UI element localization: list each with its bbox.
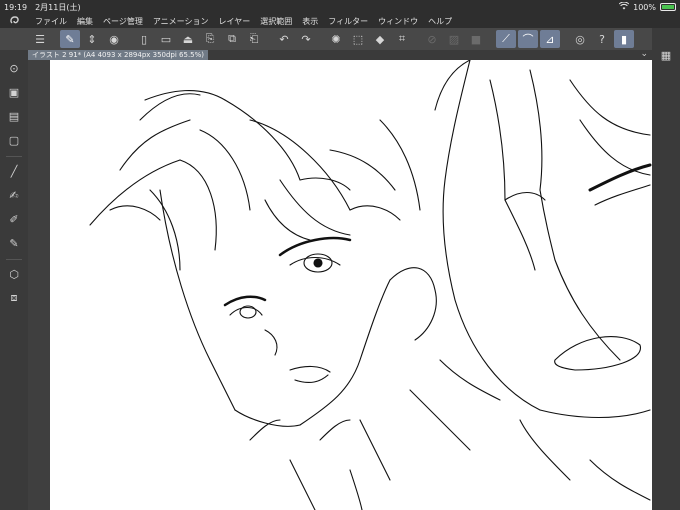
menu-item[interactable]: 編集: [72, 16, 98, 27]
fill-icon[interactable]: ◆: [370, 30, 390, 48]
menu-item[interactable]: フィルター: [323, 16, 373, 27]
save-icon[interactable]: ⏏: [178, 30, 198, 48]
new-file-icon[interactable]: ▯: [134, 30, 154, 48]
gradient-tool-icon[interactable]: ⬡: [4, 264, 24, 284]
right-panel: ▦: [652, 28, 680, 510]
canvas-tab-row: イラスト 2 91* (A4 4093 x 2894px 350dpi 65.5…: [28, 49, 652, 60]
ruler-off-icon[interactable]: ⊘: [422, 30, 442, 48]
record-icon[interactable]: ◉: [104, 30, 124, 48]
canvas-area[interactable]: [28, 60, 652, 510]
rectangle-tool-icon[interactable]: ▢: [4, 130, 24, 150]
paste-icon[interactable]: ⎗: [244, 30, 264, 48]
app-window: 19:19 2月11日(土) 100% ファイル 編集 ページ管理 アニメーション レイ…: [0, 0, 680, 510]
smartphone-icon[interactable]: ▮: [614, 30, 634, 48]
command-bar: ☰ ✎ ⇕ ◉ ▯ ▭ ⏏ ⎘ ⧉ ⎗ ↶ ↷ ✺ ⬚ ◆ ⌗ ⊘ ▨ ■ ⟋ ⌒ ⊿ ◎? ▮: [0, 28, 680, 50]
undo-icon[interactable]: ↶: [274, 30, 294, 48]
help-icon[interactable]: ?: [592, 30, 612, 48]
menu-item[interactable]: 選択範囲: [255, 16, 297, 27]
clear-selection-icon[interactable]: ⬚: [348, 30, 368, 48]
snap-icon[interactable]: ■: [466, 30, 486, 48]
tool-palette: ⛉⊙▣▤▢╱✍✐✎⬡⧈: [0, 28, 28, 510]
brush-tool-icon[interactable]: ✍: [4, 185, 24, 205]
export-icon[interactable]: ⎘: [200, 30, 220, 48]
tool-separator: [6, 259, 22, 260]
menu-item[interactable]: レイヤー: [214, 16, 256, 27]
menu-item[interactable]: ウィンドウ: [373, 16, 423, 27]
canvas-tab[interactable]: イラスト 2 91* (A4 4093 x 2894px 350dpi 65.5…: [28, 50, 209, 60]
eraser-tool-icon[interactable]: ✐: [4, 209, 24, 229]
copy-icon[interactable]: ⧉: [222, 30, 242, 48]
battery-charging-icon: [660, 3, 676, 11]
status-bar: 19:19 2月11日(土) 100%: [0, 0, 680, 14]
menu-item[interactable]: ヘルプ: [423, 16, 457, 27]
zoom-tool-icon[interactable]: ⊙: [4, 58, 24, 78]
battery-percent: 100%: [633, 2, 656, 12]
status-right: 100%: [618, 1, 676, 12]
loading-icon[interactable]: ✺: [326, 30, 346, 48]
menu-item[interactable]: ページ管理: [98, 16, 148, 27]
ruler-icon[interactable]: ▨: [444, 30, 464, 48]
menu-item[interactable]: 表示: [297, 16, 323, 27]
fill-tool-icon[interactable]: ✎: [4, 233, 24, 253]
panel-toggle-icon[interactable]: ▦: [656, 46, 676, 64]
account-icon[interactable]: ◎: [570, 30, 590, 48]
menu-bar: ファイル 編集 ページ管理 アニメーション レイヤー 選択範囲 表示 フィルター ウィンドウ ヘル…: [0, 14, 680, 28]
status-date: 2月11日(土): [35, 2, 81, 12]
menu-items: ファイル 編集 ページ管理 アニメーション レイヤー 選択範囲 表示 フィルター ウィンドウ ヘル…: [30, 16, 457, 27]
pen-settings-icon[interactable]: ✎: [60, 30, 80, 48]
pen-tool-icon[interactable]: ╱: [4, 161, 24, 181]
layers-icon[interactable]: ⧈: [4, 288, 24, 308]
canvas-page[interactable]: [50, 60, 652, 510]
line-art-drawing: [89, 60, 652, 510]
snap-ruler-icon[interactable]: ⟋: [496, 30, 516, 48]
layer-tool-icon[interactable]: ▣: [4, 82, 24, 102]
menu-item[interactable]: ファイル: [30, 16, 72, 27]
status-time: 19:19: [4, 2, 28, 12]
clip-studio-logo-icon[interactable]: [0, 14, 30, 28]
tool-separator: [6, 156, 22, 157]
up-down-arrows-icon[interactable]: ⇕: [82, 30, 102, 48]
redo-icon[interactable]: ↷: [296, 30, 316, 48]
snap-grid-icon[interactable]: ⊿: [540, 30, 560, 48]
menu-icon[interactable]: ☰: [30, 30, 50, 48]
menu-item[interactable]: アニメーション: [148, 16, 214, 27]
open-folder-icon[interactable]: ▭: [156, 30, 176, 48]
snap-special-ruler-icon[interactable]: ⌒: [518, 30, 538, 48]
wifi-icon: [618, 1, 630, 12]
chevron-down-icon[interactable]: ⌄: [640, 49, 648, 59]
eyedropper-tool-icon[interactable]: ▤: [4, 106, 24, 126]
crop-icon[interactable]: ⌗: [392, 30, 412, 48]
